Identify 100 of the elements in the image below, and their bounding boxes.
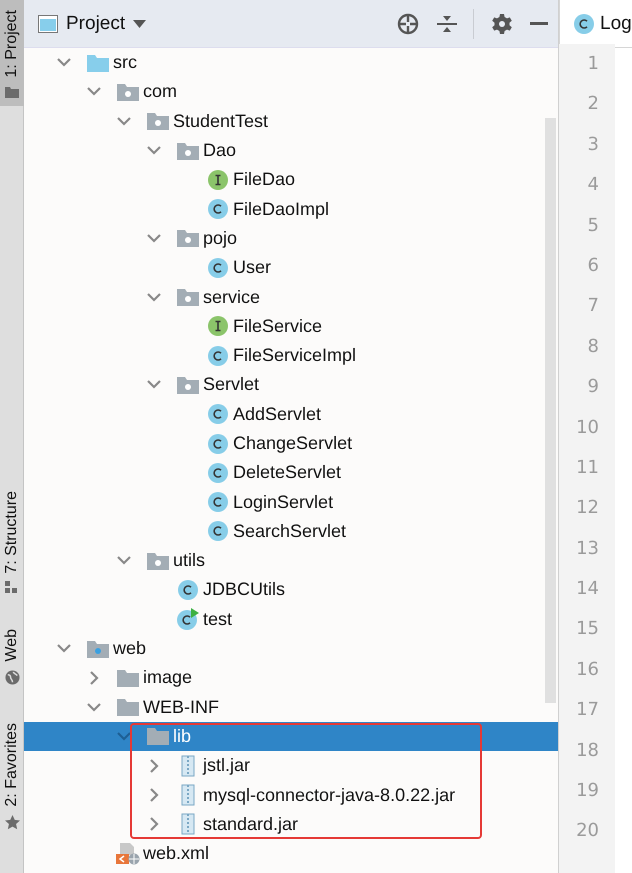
tree-item[interactable]: AddServlet xyxy=(24,400,558,429)
folder-icon xyxy=(117,668,139,687)
side-tab[interactable]: 1: Project xyxy=(0,0,24,106)
class-icon xyxy=(208,434,228,454)
class-icon xyxy=(208,462,228,483)
archive-icon xyxy=(181,813,195,836)
tree-item[interactable]: Dao xyxy=(24,136,558,166)
chevron-right-icon[interactable] xyxy=(90,670,98,685)
chevron-down-icon[interactable] xyxy=(57,58,71,68)
chevron-right-icon[interactable] xyxy=(150,817,158,832)
line-number: 16 xyxy=(575,658,600,682)
folder-icon xyxy=(87,54,109,72)
xml-file-icon xyxy=(116,842,140,865)
side-tab[interactable]: Web xyxy=(0,619,24,693)
line-number: 3 xyxy=(586,132,600,157)
class-icon xyxy=(178,580,198,600)
interface-icon xyxy=(208,316,228,336)
line-number: 17 xyxy=(575,698,600,722)
tree-item[interactable]: standard.jar xyxy=(24,810,558,840)
tree-item[interactable]: DeleteServlet xyxy=(24,458,558,488)
chevron-down-icon[interactable] xyxy=(87,702,101,712)
chevron-down-icon[interactable] xyxy=(147,292,161,302)
line-number: 9 xyxy=(586,375,600,400)
line-number: 6 xyxy=(586,254,600,278)
package-icon xyxy=(117,82,139,101)
globe-icon xyxy=(4,670,20,685)
tree-item[interactable]: utils xyxy=(24,546,558,576)
package-icon xyxy=(177,376,199,394)
chevron-down-icon[interactable] xyxy=(87,87,101,96)
line-number: 5 xyxy=(586,214,600,238)
tree-item[interactable]: image xyxy=(24,663,558,693)
chevron-down-icon[interactable] xyxy=(147,380,161,390)
side-tab[interactable]: 2: Favorites xyxy=(0,712,24,838)
tree-item[interactable]: test xyxy=(24,604,558,634)
class-icon xyxy=(208,199,228,220)
interface-icon xyxy=(208,170,228,190)
line-number: 14 xyxy=(575,577,600,602)
tree-item[interactable]: web.xml xyxy=(24,839,558,868)
class-icon xyxy=(208,258,228,278)
tree-item[interactable]: service xyxy=(24,282,558,312)
tree-item[interactable]: ChangeServlet xyxy=(24,428,558,458)
tree-item[interactable]: FileDaoImpl xyxy=(24,194,558,224)
folder-icon xyxy=(147,727,169,746)
tree-item[interactable]: web xyxy=(24,634,558,664)
line-number: 10 xyxy=(575,416,600,440)
settings-icon[interactable] xyxy=(492,14,512,34)
tree-item[interactable]: FileService xyxy=(24,312,558,341)
folder-icon xyxy=(5,86,19,98)
runnable-class-icon xyxy=(177,608,199,630)
tree-item[interactable]: SearchServlet xyxy=(24,516,558,546)
line-number: 2 xyxy=(586,92,600,116)
chevron-down-icon[interactable] xyxy=(147,234,161,243)
package-icon xyxy=(177,288,199,306)
package-icon xyxy=(147,112,169,130)
tree-item[interactable]: com xyxy=(24,77,558,107)
chevron-right-icon[interactable] xyxy=(150,758,158,773)
line-number: 18 xyxy=(575,738,600,763)
class-icon xyxy=(208,492,228,512)
editor-tab[interactable]: Log xyxy=(559,0,632,47)
class-icon xyxy=(208,404,228,424)
window-icon xyxy=(38,14,58,32)
tree-item[interactable]: src xyxy=(24,48,558,78)
tree-item[interactable]: User xyxy=(24,253,558,282)
package-icon xyxy=(177,229,199,248)
package-icon xyxy=(147,552,169,570)
chevron-down-icon[interactable] xyxy=(147,146,161,156)
class-icon xyxy=(574,14,594,34)
chevron-down-icon[interactable] xyxy=(117,732,131,741)
project-view-dropdown[interactable]: Project xyxy=(38,12,146,34)
tree-item[interactable]: pojo xyxy=(24,224,558,254)
tree-item[interactable]: jstl.jar xyxy=(24,751,558,780)
tree-item[interactable]: FileDao xyxy=(24,165,558,194)
chevron-right-icon[interactable] xyxy=(150,788,158,802)
class-icon xyxy=(208,521,228,542)
tree-item[interactable]: FileServiceImpl xyxy=(24,340,558,370)
structure-icon xyxy=(5,581,19,594)
locate-icon[interactable] xyxy=(397,12,419,34)
archive-icon xyxy=(181,754,195,777)
tree-item[interactable]: WEB-INF xyxy=(24,692,558,722)
package-icon xyxy=(177,142,199,160)
tree-item[interactable]: LoginServlet xyxy=(24,487,558,517)
tree-item[interactable]: StudentTest xyxy=(24,106,558,136)
folder-icon xyxy=(117,698,139,716)
archive-icon xyxy=(181,784,195,806)
collapse-all-icon[interactable] xyxy=(437,14,457,34)
scrollbar[interactable] xyxy=(545,118,556,703)
tree-item[interactable]: JDBCUtils xyxy=(24,575,558,605)
chevron-down-icon[interactable] xyxy=(117,556,131,566)
line-number: 4 xyxy=(586,173,600,198)
line-number: 12 xyxy=(575,496,600,520)
tree-item[interactable]: Servlet xyxy=(24,370,558,400)
side-tab[interactable]: 7: Structure xyxy=(0,480,24,602)
line-number: 1 xyxy=(586,52,600,76)
class-icon xyxy=(208,346,228,366)
chevron-down-icon[interactable] xyxy=(117,116,131,126)
chevron-down-icon[interactable] xyxy=(57,644,71,654)
minimize-icon[interactable] xyxy=(530,22,548,26)
tree-item[interactable]: lib xyxy=(24,722,558,752)
tree-item[interactable]: mysql-connector-java-8.0.22.jar xyxy=(24,780,558,810)
line-number: 19 xyxy=(575,779,600,804)
